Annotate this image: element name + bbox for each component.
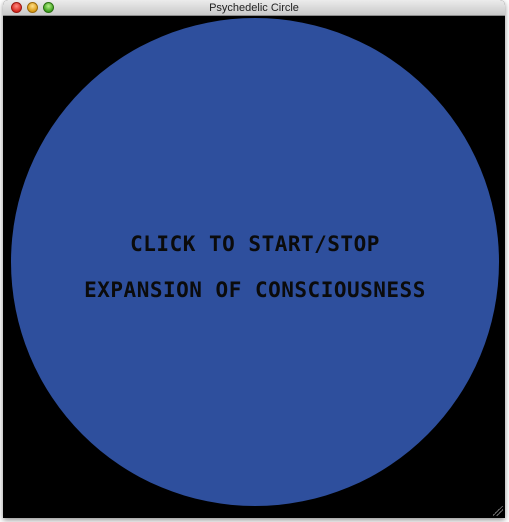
resize-grip-icon[interactable] bbox=[493, 506, 503, 516]
instruction-line-2: EXPANSION OF CONSCIOUSNESS bbox=[84, 278, 426, 302]
instruction-line-1: CLICK TO START/STOP bbox=[130, 232, 380, 256]
window-title: Psychedelic Circle bbox=[209, 2, 299, 14]
canvas-area: CLICK TO START/STOP EXPANSION OF CONSCIO… bbox=[3, 16, 505, 518]
psychedelic-circle[interactable]: CLICK TO START/STOP EXPANSION OF CONSCIO… bbox=[11, 18, 499, 506]
app-window: Psychedelic Circle CLICK TO START/STOP E… bbox=[3, 0, 505, 518]
title-bar[interactable]: Psychedelic Circle bbox=[3, 0, 505, 16]
